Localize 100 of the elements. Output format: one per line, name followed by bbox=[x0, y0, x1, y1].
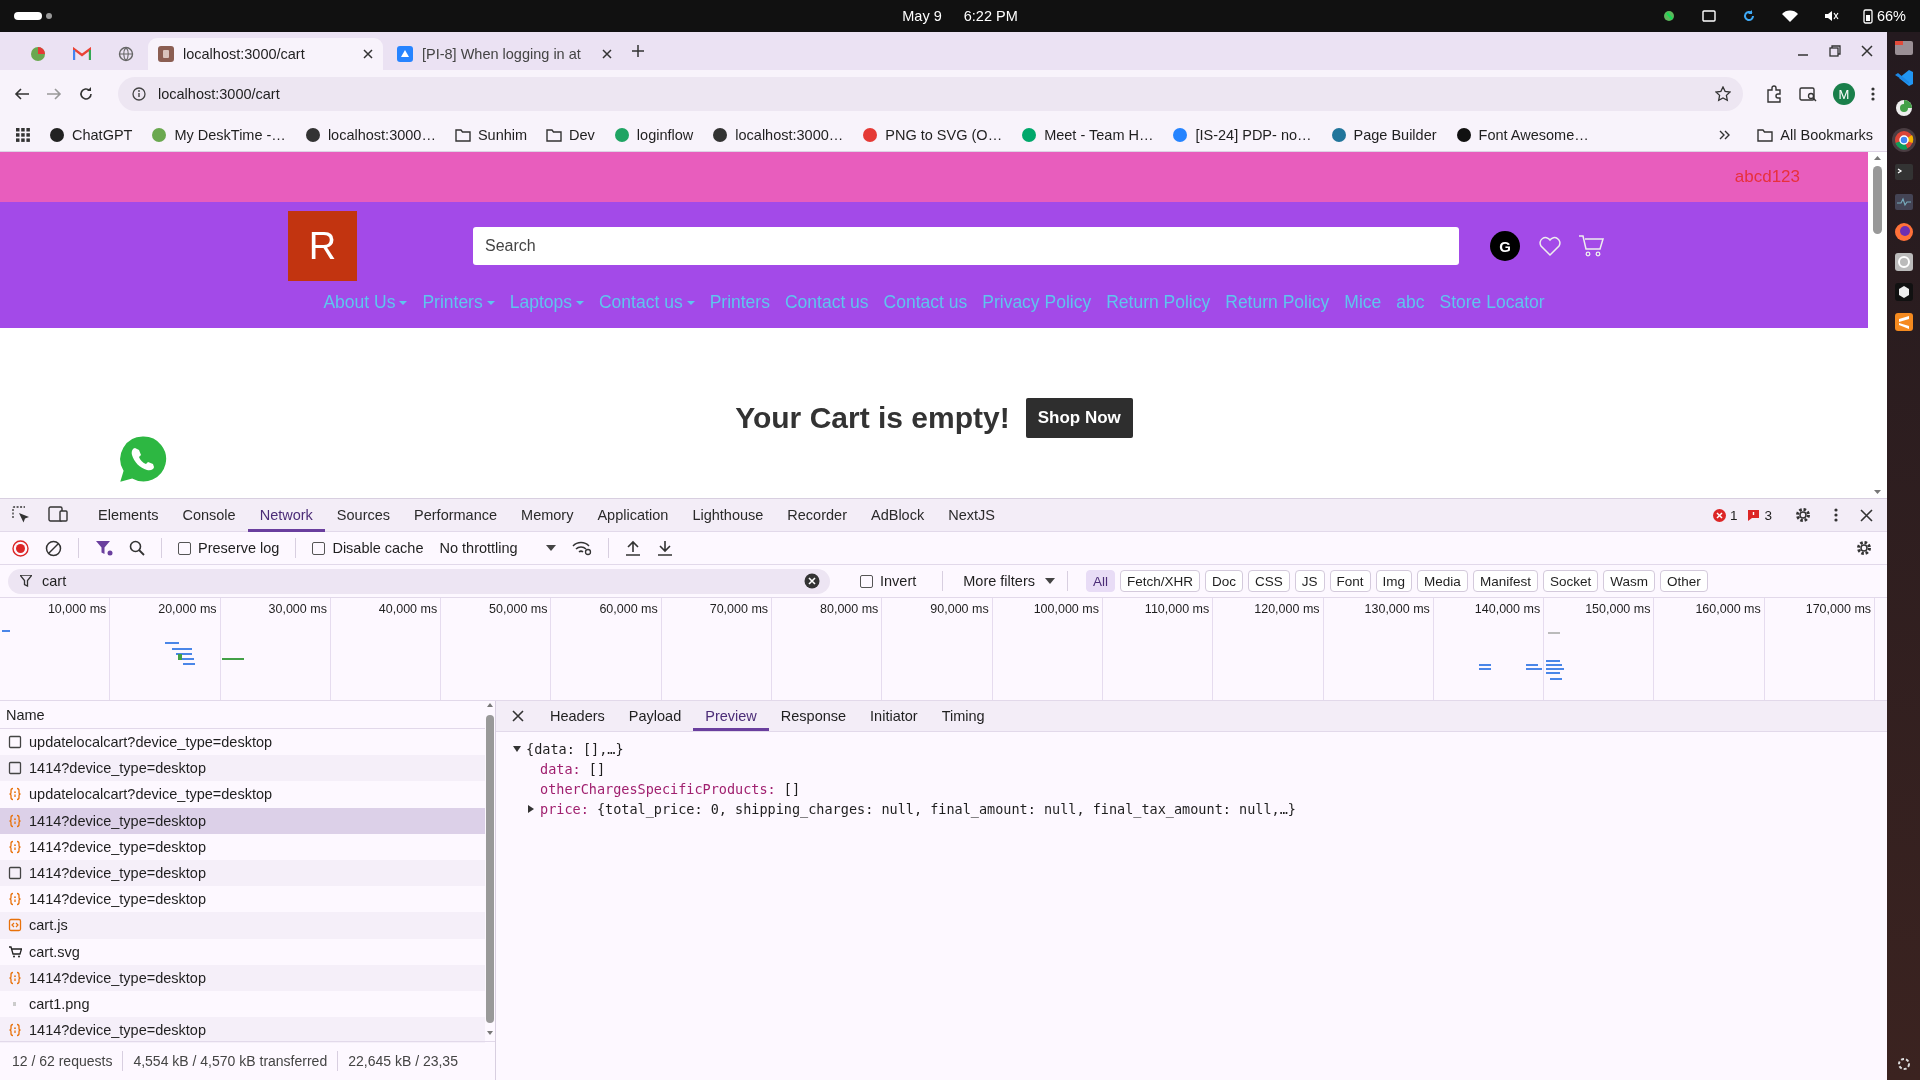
request-row[interactable]: 1414?device_type=desktop bbox=[0, 886, 485, 913]
more-filters-dropdown[interactable]: More filters bbox=[963, 573, 1055, 589]
panel-tab[interactable]: Application bbox=[585, 498, 681, 532]
type-filter-chip[interactable]: Wasm bbox=[1603, 570, 1655, 592]
bookmark[interactable]: localhost:3000… bbox=[304, 126, 436, 143]
error-icon[interactable] bbox=[1712, 508, 1726, 522]
filter-field[interactable]: cart bbox=[8, 568, 830, 594]
disable-cache-checkbox[interactable] bbox=[312, 541, 326, 555]
detail-tab[interactable]: Response bbox=[768, 701, 859, 731]
type-filter-chip[interactable]: Img bbox=[1375, 570, 1413, 592]
request-row[interactable]: 1414?device_type=desktop bbox=[0, 1017, 485, 1044]
search-icon[interactable] bbox=[129, 540, 145, 556]
panel-tab[interactable]: Lighthouse bbox=[680, 498, 776, 532]
bookmark[interactable]: Font Awesome… bbox=[1455, 126, 1589, 143]
cart-icon[interactable] bbox=[1578, 234, 1606, 258]
clear-filter-icon[interactable] bbox=[804, 573, 820, 589]
address-field[interactable]: localhost:3000/cart bbox=[118, 77, 1743, 111]
mail-icon[interactable] bbox=[73, 47, 91, 61]
filter-icon[interactable] bbox=[95, 540, 113, 556]
bookmark[interactable]: loginflow bbox=[613, 126, 694, 143]
type-filter-chip[interactable]: JS bbox=[1294, 570, 1325, 592]
monitor-icon[interactable] bbox=[1893, 192, 1914, 212]
throttling-dropdown[interactable]: No throttling bbox=[439, 540, 556, 556]
star-icon[interactable] bbox=[1715, 86, 1731, 102]
json-property[interactable]: price: {total_price: 0, shipping_charges: null, final_amount: null, final_tax_amount: null,…} bbox=[540, 801, 1296, 817]
heart-icon[interactable] bbox=[1538, 235, 1562, 257]
screen-icon[interactable] bbox=[1700, 8, 1717, 24]
bookmark[interactable]: localhost:3000… bbox=[712, 126, 844, 143]
new-tab-icon[interactable] bbox=[632, 45, 644, 57]
terminal-icon[interactable] bbox=[1893, 162, 1914, 182]
network-settings-icon[interactable] bbox=[1855, 539, 1873, 557]
apps-icon[interactable] bbox=[16, 127, 30, 142]
panel-tab[interactable]: Memory bbox=[509, 498, 586, 532]
speaker-icon[interactable] bbox=[1822, 8, 1839, 24]
inspect-icon[interactable] bbox=[12, 506, 30, 524]
request-row[interactable]: 1414?device_type=desktop bbox=[0, 964, 485, 991]
tab-search-icon[interactable] bbox=[1799, 86, 1817, 102]
json-property[interactable]: data: [] bbox=[540, 761, 606, 777]
type-filter-chip[interactable]: Fetch/XHR bbox=[1120, 570, 1201, 592]
request-row[interactable]: cart.js bbox=[0, 912, 485, 939]
globe-icon[interactable] bbox=[118, 46, 134, 62]
issue-count[interactable]: 3 bbox=[1764, 507, 1772, 523]
browser-icon[interactable] bbox=[1893, 130, 1914, 150]
close-details-icon[interactable] bbox=[512, 710, 524, 722]
settings-icon[interactable] bbox=[1794, 506, 1812, 524]
detail-tab[interactable]: Timing bbox=[929, 701, 997, 731]
type-filter-chip[interactable]: CSS bbox=[1248, 570, 1290, 592]
folder-icon[interactable] bbox=[1893, 38, 1914, 58]
bookmark[interactable]: Dev bbox=[546, 126, 595, 143]
forward-icon[interactable] bbox=[46, 86, 62, 102]
panel-tab[interactable]: Elements bbox=[86, 498, 171, 532]
panel-tab[interactable]: Console bbox=[170, 498, 248, 532]
bookmark[interactable]: My DeskTime -… bbox=[151, 126, 286, 143]
restore-icon[interactable] bbox=[1829, 45, 1841, 57]
clock-time[interactable]: 6:22 PM bbox=[963, 8, 1018, 24]
panel-tab[interactable]: Network bbox=[247, 498, 325, 532]
request-row[interactable]: updatelocalcart?device_type=desktop bbox=[0, 729, 485, 756]
account-button[interactable]: G bbox=[1490, 231, 1520, 261]
invert-label[interactable]: Invert bbox=[880, 573, 917, 589]
detail-tab[interactable]: Preview bbox=[693, 701, 769, 731]
fox-icon[interactable] bbox=[1893, 222, 1914, 242]
request-row[interactable]: 1414?device_type=desktop bbox=[0, 807, 485, 834]
apps-grid-icon[interactable] bbox=[1895, 1056, 1912, 1072]
clear-icon[interactable] bbox=[45, 539, 62, 557]
request-row[interactable]: cart1.png bbox=[0, 990, 485, 1018]
wifi-icon[interactable] bbox=[1780, 8, 1799, 24]
activities-icon[interactable] bbox=[14, 11, 54, 21]
type-filter-chip[interactable]: All bbox=[1086, 570, 1115, 592]
preserve-log-label[interactable]: Preserve log bbox=[198, 540, 280, 556]
panel-tab[interactable]: AdBlock bbox=[858, 498, 937, 532]
request-row[interactable]: cart.svg bbox=[0, 938, 485, 965]
bookmark[interactable]: Meet - Team H… bbox=[1021, 126, 1154, 143]
menu-icon[interactable] bbox=[1871, 86, 1875, 102]
panel-tab[interactable]: Sources bbox=[324, 498, 403, 532]
logo[interactable]: R bbox=[288, 211, 357, 281]
network-conditions-icon[interactable] bbox=[571, 540, 592, 556]
more-options-icon[interactable] bbox=[1834, 507, 1838, 523]
panel-tab[interactable]: Recorder bbox=[775, 498, 859, 532]
bookmark[interactable]: PNG to SVG (O… bbox=[862, 126, 1003, 143]
search-field[interactable]: Search bbox=[473, 227, 1459, 265]
close-icon[interactable] bbox=[1861, 45, 1873, 57]
bookmark[interactable]: [IS-24] PDP- no… bbox=[1172, 126, 1312, 143]
column-header[interactable]: Name bbox=[0, 701, 485, 729]
profile-avatar[interactable]: M bbox=[1833, 83, 1855, 105]
expand-arrow-icon[interactable] bbox=[526, 804, 536, 814]
json-node[interactable]: {data: [],…} bbox=[526, 741, 624, 757]
close-tab-icon[interactable] bbox=[363, 49, 373, 59]
close-tab-icon[interactable] bbox=[602, 49, 612, 59]
cube-icon[interactable] bbox=[1893, 282, 1914, 302]
detail-tab[interactable]: Payload bbox=[616, 701, 694, 731]
disable-cache-label[interactable]: Disable cache bbox=[332, 540, 424, 556]
request-row[interactable]: updatelocalcart?device_type=desktop bbox=[0, 781, 485, 808]
panel-tab[interactable]: NextJS bbox=[936, 498, 1007, 532]
bookmark[interactable]: Sunhim bbox=[454, 126, 528, 143]
extensions-icon[interactable] bbox=[1765, 85, 1783, 103]
request-row[interactable]: 1414?device_type=desktop bbox=[0, 833, 485, 860]
code-editor-icon[interactable] bbox=[1893, 68, 1914, 88]
browser-tab[interactable]: localhost:3000/cart bbox=[148, 38, 383, 70]
preserve-log-checkbox[interactable] bbox=[178, 541, 191, 555]
download-icon[interactable] bbox=[656, 540, 673, 556]
